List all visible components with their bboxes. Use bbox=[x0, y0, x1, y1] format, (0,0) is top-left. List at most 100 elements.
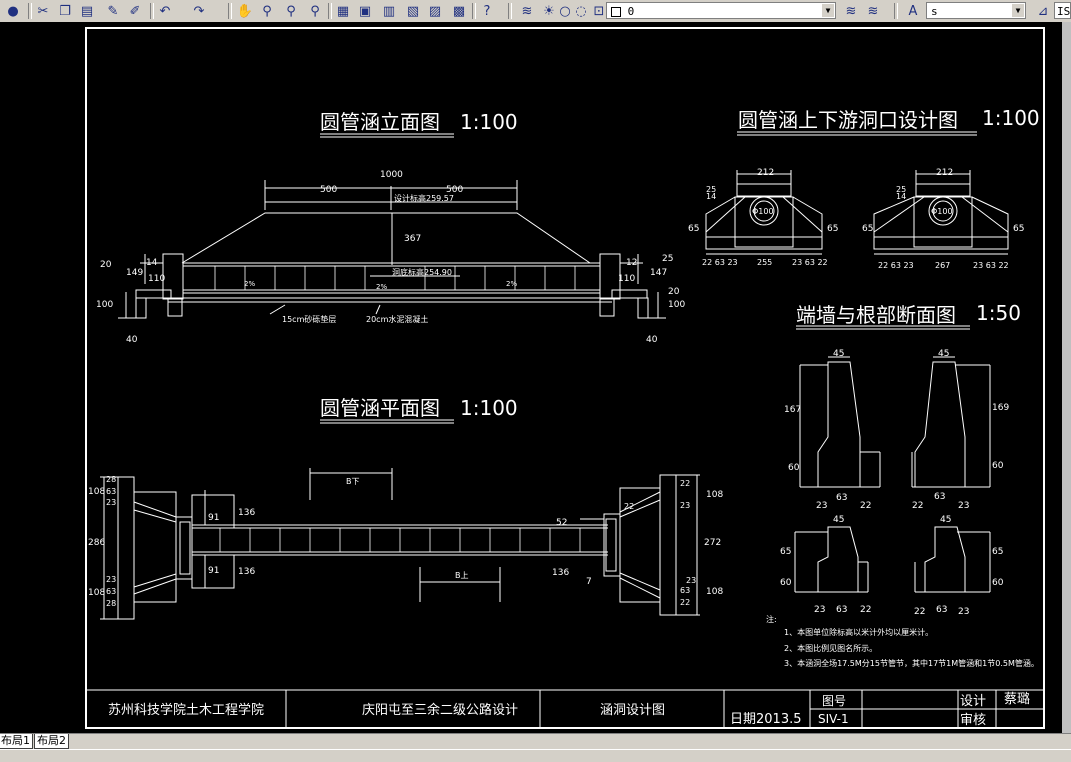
toolbar-separator bbox=[894, 3, 898, 19]
tab-layout1[interactable]: 布局1 bbox=[0, 734, 33, 749]
bottom-elevation: 洞底标高254.90 bbox=[392, 267, 452, 277]
dim-20-right: 20 bbox=[668, 287, 680, 297]
help-icon[interactable]: ? bbox=[478, 2, 496, 20]
pipe-diameter-a: Φ100 bbox=[752, 207, 774, 216]
project-name: 庆阳屯至三余二级公路设计 bbox=[362, 702, 518, 718]
chevron-down-icon[interactable]: ▼ bbox=[1012, 4, 1024, 17]
sec-dim-63: 63 bbox=[836, 605, 847, 615]
standard-toolbar: ● ✂ ❐ ▤ ✎ ✐ ↶ ↷ ✋ ⚲ ⚲ ⚲ ▦ ▣ ▥ ▧ ▨ ▩ ? ≋ … bbox=[0, 0, 1071, 23]
slope-label: 2% bbox=[244, 280, 255, 288]
markup-icon[interactable]: ▧ bbox=[404, 2, 422, 20]
undo-icon[interactable]: ↶ bbox=[156, 2, 174, 20]
calculator-icon[interactable]: ▩ bbox=[450, 2, 468, 20]
sec-dim-22: 22 bbox=[860, 501, 871, 511]
dim-100-left: 100 bbox=[96, 300, 113, 310]
scale-portal: 1:100 bbox=[982, 106, 1040, 130]
dim-style-value: IS bbox=[1057, 5, 1071, 18]
design-label: 设计 bbox=[960, 694, 986, 709]
dim-255: 255 bbox=[757, 258, 772, 267]
markup2-icon[interactable]: ▨ bbox=[426, 2, 444, 20]
toolbar-separator bbox=[28, 3, 32, 19]
pan-icon[interactable]: ✋ bbox=[236, 2, 254, 20]
layout-tabs: 布局1 布局2 bbox=[0, 733, 1071, 750]
note-3: 3、本涵洞全场17.5M分15节管节，其中17节1M管涵和1节0.5M管涵。 bbox=[784, 658, 1039, 668]
sec-dim-60: 60 bbox=[780, 578, 792, 588]
paste-icon[interactable]: ▤ bbox=[78, 2, 96, 20]
brush-icon[interactable]: ✐ bbox=[126, 2, 144, 20]
plan-dim-91: 91 bbox=[208, 566, 219, 576]
layers-icon[interactable]: ≋ bbox=[518, 2, 536, 20]
sec-dim-23: 23 bbox=[958, 607, 969, 617]
sec-dim-60: 60 bbox=[992, 578, 1004, 588]
design-center-icon[interactable]: ▣ bbox=[356, 2, 374, 20]
title-elevation: 圆管涵立面图 bbox=[320, 110, 440, 134]
dim-style-dropdown[interactable]: IS bbox=[1054, 2, 1071, 19]
dims-bottom-b2: 23 63 22 bbox=[973, 261, 1009, 270]
plan-dim-91: 91 bbox=[208, 513, 219, 523]
layer-color-swatch bbox=[611, 7, 621, 17]
tab-layout2[interactable]: 布局2 bbox=[34, 734, 69, 749]
properties-icon[interactable]: ▦ bbox=[334, 2, 352, 20]
status-bar bbox=[0, 749, 1071, 762]
plan-dim-136: 136 bbox=[238, 567, 255, 577]
dims-bottom-b: 22 63 23 bbox=[878, 261, 914, 270]
section-views bbox=[794, 356, 991, 593]
plan-dim-23: 23 bbox=[686, 576, 696, 585]
sec-dim-23: 23 bbox=[814, 605, 825, 615]
toolbar-separator bbox=[228, 3, 232, 19]
dim-212-b: 212 bbox=[936, 168, 953, 178]
gravel-layer-label: 15cm砂砾垫层 bbox=[282, 314, 336, 324]
dim-40-right: 40 bbox=[646, 335, 658, 345]
layer-dropdown[interactable]: 0 ▼ bbox=[606, 2, 836, 19]
sec-dim-45: 45 bbox=[833, 349, 844, 359]
plan-dim-52: 52 bbox=[556, 518, 567, 528]
text-style-dropdown[interactable]: s ▼ bbox=[926, 2, 1026, 19]
dim-500-left: 500 bbox=[320, 185, 337, 195]
vertical-scrollbar[interactable] bbox=[1062, 22, 1071, 733]
dim-25: 25 bbox=[662, 254, 673, 264]
dim-14: 14 bbox=[146, 258, 158, 268]
sec-dim-169: 169 bbox=[992, 403, 1009, 413]
note-1: 1、本图单位除标高以米计外均以厘米计。 bbox=[784, 627, 933, 637]
text-style-value: s bbox=[931, 5, 938, 18]
zoom-window-icon[interactable]: ⚲ bbox=[282, 2, 300, 20]
sec-dim-23: 23 bbox=[958, 501, 969, 511]
dim-267: 267 bbox=[935, 261, 950, 270]
copy-icon[interactable]: ❐ bbox=[56, 2, 74, 20]
globe-icon[interactable]: ● bbox=[4, 2, 22, 20]
layer-state-icon[interactable]: ≋ bbox=[864, 2, 882, 20]
plan-dim-23: 23 bbox=[106, 498, 116, 507]
cut-icon[interactable]: ✂ bbox=[34, 2, 52, 20]
drawing-canvas[interactable]: 圆管涵立面图 1:100 圆管涵上下游洞口设计图 1:100 圆管涵平面图 1:… bbox=[0, 22, 1063, 733]
chevron-down-icon[interactable]: ▼ bbox=[822, 4, 834, 17]
notes-heading: 注: bbox=[766, 614, 777, 624]
zoom-realtime-icon[interactable]: ⚲ bbox=[258, 2, 276, 20]
sec-dim-45: 45 bbox=[833, 515, 844, 525]
pipe-diameter-b: Φ100 bbox=[931, 207, 953, 216]
plan-dim-272: 272 bbox=[704, 538, 721, 548]
zoom-previous-icon[interactable]: ⚲ bbox=[306, 2, 324, 20]
layer-name: 0 bbox=[627, 5, 635, 18]
toolbar-separator bbox=[328, 3, 332, 19]
drawing-border bbox=[85, 27, 1045, 729]
tool-palette-icon[interactable]: ▥ bbox=[380, 2, 398, 20]
sec-dim-60: 60 bbox=[788, 463, 800, 473]
dim-1000: 1000 bbox=[380, 170, 403, 180]
match-icon[interactable]: ✎ bbox=[104, 2, 122, 20]
plan-dim-108: 108 bbox=[706, 490, 723, 500]
plan-dim-22: 22 bbox=[624, 502, 634, 511]
redo-icon[interactable]: ↷ bbox=[190, 2, 208, 20]
dim-style-icon[interactable]: ⊿ bbox=[1034, 2, 1052, 20]
scale-elevation: 1:100 bbox=[460, 110, 518, 134]
freeze-icon[interactable]: ◌ bbox=[572, 2, 590, 20]
sec-dim-45: 45 bbox=[938, 349, 949, 359]
plan-dim-28: 28 bbox=[106, 475, 116, 484]
text-style-icon[interactable]: A bbox=[904, 2, 922, 20]
drawing-svg: 圆管涵立面图 1:100 圆管涵上下游洞口设计图 1:100 圆管涵平面图 1:… bbox=[85, 27, 1045, 729]
plan-dim-63: 63 bbox=[106, 587, 116, 596]
plan-dim-23: 23 bbox=[106, 575, 116, 584]
layer-previous-icon[interactable]: ≋ bbox=[842, 2, 860, 20]
dims-bottom-a2: 23 63 22 bbox=[792, 258, 828, 267]
sec-dim-65: 65 bbox=[992, 547, 1003, 557]
dim-149: 149 bbox=[126, 268, 143, 278]
